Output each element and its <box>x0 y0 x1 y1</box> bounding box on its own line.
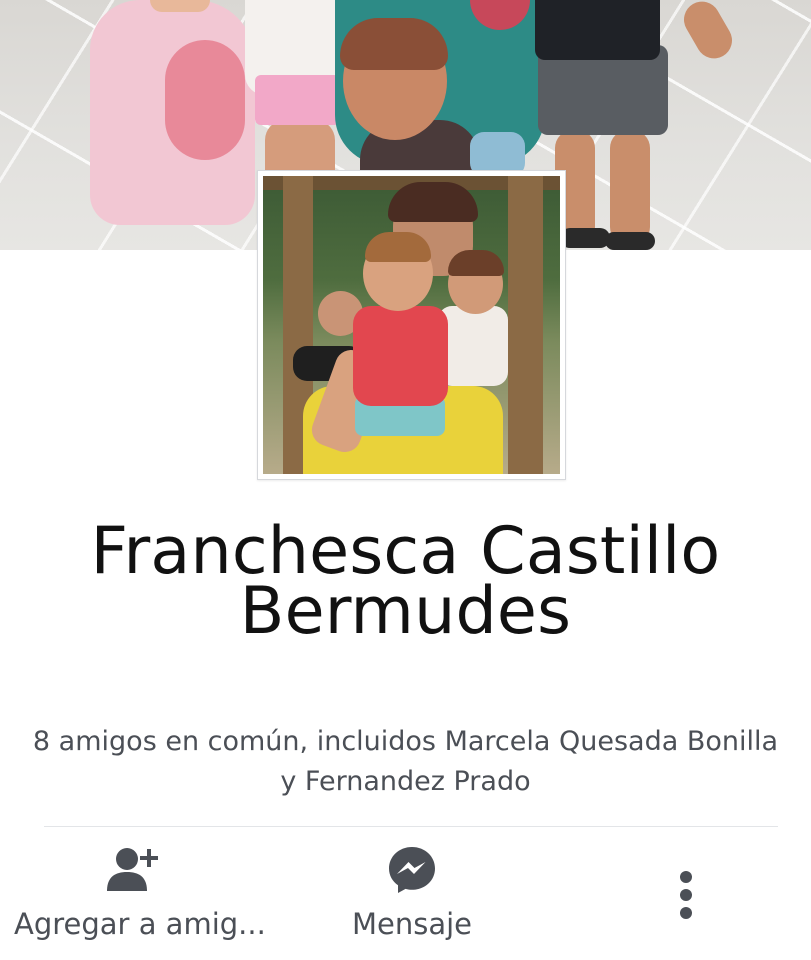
more-vertical-icon <box>680 871 692 919</box>
cover-figure <box>610 130 650 245</box>
more-icon-wrap <box>646 840 726 950</box>
cover-figure <box>535 0 660 60</box>
avatar-photo-detail <box>448 250 504 276</box>
add-friend-button[interactable]: Agregar a amig... <box>0 840 270 960</box>
more-options-button[interactable] <box>646 840 726 960</box>
cover-figure <box>560 228 610 248</box>
cover-figure <box>340 18 448 70</box>
profile-picture[interactable] <box>263 176 560 474</box>
profile-name: Franchesca Castillo Bermudes <box>90 514 721 649</box>
messenger-icon <box>389 847 435 893</box>
cover-figure <box>150 0 210 12</box>
cover-figure <box>255 75 340 125</box>
avatar-photo-detail <box>438 306 508 386</box>
avatar-photo-detail <box>365 232 431 262</box>
add-friend-label: Agregar a amig... <box>14 907 266 941</box>
add-friend-icon <box>107 848 158 891</box>
cover-figure <box>605 232 655 250</box>
avatar-photo-detail <box>508 176 543 474</box>
profile-picture-frame[interactable] <box>257 170 566 480</box>
mutual-friends-text[interactable]: 8 amigos en común, incluidos Marcela Que… <box>30 722 781 802</box>
avatar-photo-detail <box>388 182 478 222</box>
messenger-icon-wrap <box>300 840 524 900</box>
cover-figure <box>165 40 245 160</box>
avatar-photo-detail <box>353 306 448 406</box>
profile-page: Franchesca Castillo Bermudes 8 amigos en… <box>0 0 811 960</box>
divider <box>44 826 778 827</box>
message-label: Mensaje <box>351 907 473 941</box>
add-friend-icon-wrap <box>0 840 270 900</box>
message-button[interactable]: Mensaje <box>300 840 524 960</box>
